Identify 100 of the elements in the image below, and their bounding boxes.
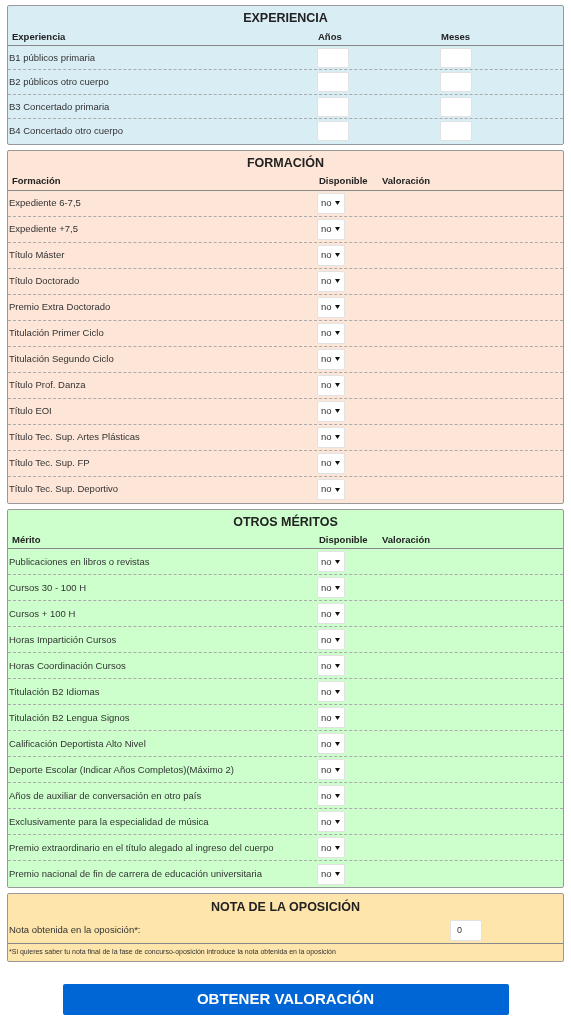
- caret-icon: [334, 279, 340, 283]
- dropdown[interactable]: no: [317, 577, 345, 599]
- caret-icon: [334, 663, 340, 668]
- input-field[interactable]: [440, 72, 472, 93]
- caret-icon: [334, 383, 340, 387]
- row-label: Titulación Segundo Ciclo: [8, 351, 115, 366]
- caret-icon: [334, 201, 340, 205]
- caret-icon: [334, 741, 340, 746]
- row-label: Título EOI: [8, 403, 53, 418]
- row-label: B4 Concertado otro cuerpo: [8, 124, 125, 139]
- row-label: Título Máster: [8, 247, 66, 262]
- row-label: Cursos + 100 H: [8, 606, 77, 621]
- caret-icon: [334, 611, 340, 616]
- caret-icon: [334, 227, 340, 231]
- row-label: Premio extraordinario en el título alegado al ingreso del cuerpo: [8, 840, 275, 855]
- dropdown[interactable]: no: [317, 811, 345, 833]
- column-header: Disponible: [318, 533, 369, 548]
- input-field[interactable]: 0: [450, 919, 482, 941]
- dropdown[interactable]: no: [317, 551, 345, 573]
- row-label: Título Tec. Sup. Deportivo: [8, 482, 120, 497]
- dropdown[interactable]: no: [317, 759, 345, 781]
- row-label: Premio nacional de fin de carrera de educación universitaria: [8, 867, 263, 882]
- dropdown[interactable]: no: [317, 400, 345, 422]
- dropdown[interactable]: no: [317, 785, 345, 807]
- dropdown[interactable]: no: [317, 244, 345, 266]
- caret-icon: [334, 793, 340, 798]
- dropdown[interactable]: no: [317, 707, 345, 729]
- caret-icon: [334, 585, 340, 590]
- caret-icon: [334, 409, 340, 413]
- dropdown[interactable]: no: [317, 270, 345, 292]
- caret-icon: [334, 845, 340, 850]
- input-field[interactable]: [317, 47, 349, 68]
- field-label: Nota obtenida en la oposición*:: [8, 922, 141, 937]
- caret-icon: [334, 715, 340, 720]
- dropdown[interactable]: no: [317, 733, 345, 755]
- caret-icon: [334, 461, 340, 465]
- row-label: Expediente 6-7,5: [8, 195, 82, 210]
- dropdown[interactable]: no: [317, 322, 345, 344]
- section-title: NOTA DE LA OPOSICIÓN: [210, 898, 361, 917]
- caret-icon: [334, 357, 340, 361]
- submit-button[interactable]: OBTENER VALORACIÓN: [62, 984, 509, 1015]
- input-field[interactable]: [317, 96, 349, 117]
- row-label: Exclusivamente para la especialidad de música: [8, 814, 210, 829]
- caret-icon: [334, 637, 340, 642]
- dropdown[interactable]: no: [317, 452, 345, 474]
- dropdown[interactable]: no: [317, 218, 345, 240]
- caret-icon: [334, 689, 340, 694]
- column-header: Valoración: [381, 174, 432, 189]
- row-label: B1 públicos primaria: [8, 50, 97, 65]
- row-label: Título Doctorado: [8, 273, 81, 288]
- caret-icon: [334, 559, 340, 564]
- row-label: Calificación Deportista Alto Nivel: [8, 736, 147, 751]
- dropdown[interactable]: no: [317, 655, 345, 677]
- dropdown[interactable]: no: [317, 681, 345, 703]
- input-field[interactable]: [317, 72, 349, 93]
- row-label: B2 públicos otro cuerpo: [8, 75, 110, 90]
- dropdown[interactable]: no: [317, 426, 345, 448]
- input-field[interactable]: [440, 121, 472, 142]
- caret-icon: [334, 305, 340, 309]
- section-title: EXPERIENCIA: [242, 10, 329, 27]
- input-field[interactable]: [317, 121, 349, 142]
- row-label: Horas Coordinación Cursos: [8, 658, 127, 673]
- dropdown[interactable]: no: [317, 296, 345, 318]
- row-label: Premio Extra Doctorado: [8, 299, 112, 314]
- caret-icon: [334, 331, 340, 335]
- dropdown[interactable]: no: [317, 348, 345, 370]
- dropdown[interactable]: no: [317, 863, 345, 885]
- row-label: Horas Impartición Cursos: [8, 632, 118, 647]
- dropdown[interactable]: no: [317, 603, 345, 625]
- row-label: Titulación Primer Ciclo: [8, 325, 105, 340]
- row-label: Expediente +7,5: [8, 221, 79, 236]
- row-label: Publicaciones en libros o revistas: [8, 554, 151, 569]
- row-label: Deporte Escolar (Indicar Años Completos)(Máximo 2): [8, 762, 235, 777]
- caret-icon: [334, 819, 340, 824]
- dropdown[interactable]: no: [317, 629, 345, 651]
- row-label: Titulación B2 Lengua Signos: [8, 710, 131, 725]
- section-title: FORMACIÓN: [245, 154, 326, 172]
- caret-icon: [334, 253, 340, 257]
- row-label: B3 Concertado primaria: [8, 99, 111, 114]
- caret-icon: [334, 872, 340, 877]
- row-label: Titulación B2 Idiomas: [8, 684, 101, 699]
- dropdown[interactable]: no: [317, 192, 345, 214]
- caret-icon: [334, 487, 340, 492]
- column-header: Disponible: [318, 174, 369, 189]
- input-field[interactable]: [440, 47, 472, 68]
- section-title: OTROS MÉRITOS: [232, 513, 339, 531]
- column-header: Meses: [440, 29, 472, 44]
- column-header: Experiencia: [11, 29, 67, 44]
- dropdown[interactable]: no: [317, 479, 345, 500]
- column-header: Valoración: [381, 533, 432, 548]
- row-label: Cursos 30 - 100 H: [8, 580, 88, 595]
- caret-icon: [334, 767, 340, 772]
- dropdown[interactable]: no: [317, 837, 345, 859]
- column-header: Formación: [11, 174, 62, 189]
- column-header: Años: [317, 29, 343, 44]
- dropdown[interactable]: no: [317, 374, 345, 396]
- row-label: Título Tec. Sup. FP: [8, 455, 91, 470]
- input-field[interactable]: [440, 96, 472, 117]
- row-label: Título Tec. Sup. Artes Plásticas: [8, 429, 141, 444]
- column-header: Mérito: [11, 533, 42, 548]
